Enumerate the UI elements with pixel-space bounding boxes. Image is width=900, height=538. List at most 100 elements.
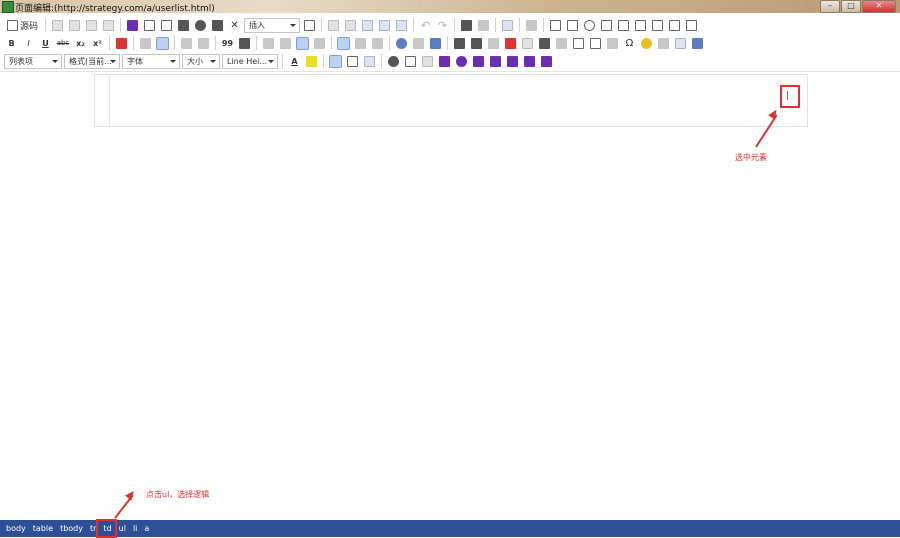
crumb-tbody[interactable]: tbody — [60, 524, 83, 533]
crumb-body[interactable]: body — [6, 524, 26, 533]
redo-button[interactable]: ↷ — [435, 18, 450, 33]
font-dropdown[interactable]: 字体 — [122, 53, 180, 69]
div-container-button[interactable] — [237, 36, 252, 51]
paste-word-button[interactable] — [394, 18, 409, 33]
undo-link-button[interactable] — [67, 18, 82, 33]
document-button[interactable] — [302, 18, 317, 33]
close-button[interactable]: ✕ — [862, 0, 896, 13]
minimize-button[interactable]: – — [820, 0, 840, 13]
italic-button[interactable]: I — [21, 36, 36, 51]
hr-button[interactable] — [605, 36, 620, 51]
doc-props-button[interactable] — [673, 36, 688, 51]
iframe-button[interactable] — [554, 36, 569, 51]
select-all-button[interactable] — [500, 18, 515, 33]
table-button[interactable] — [520, 36, 535, 51]
preview-button[interactable] — [159, 18, 174, 33]
check-button[interactable] — [403, 54, 418, 69]
select-field-button[interactable] — [633, 18, 648, 33]
plugin-c-button[interactable] — [471, 54, 486, 69]
align-left-button[interactable] — [261, 36, 276, 51]
template-button[interactable] — [50, 18, 65, 33]
find-button[interactable] — [459, 18, 474, 33]
editing-area[interactable] — [0, 71, 900, 521]
format-dropdown[interactable]: 格式(当前... — [64, 53, 120, 69]
remove-button[interactable]: ✕ — [227, 18, 242, 33]
smiley-button[interactable] — [639, 36, 654, 51]
paste-text-button[interactable] — [377, 18, 392, 33]
numbered-list-button[interactable] — [138, 36, 153, 51]
redo-link-button[interactable] — [84, 18, 99, 33]
justify-button[interactable] — [312, 36, 327, 51]
strike-button[interactable]: abc — [55, 36, 71, 51]
paste-button[interactable] — [360, 18, 375, 33]
ltr-button[interactable] — [336, 36, 351, 51]
subscript-button[interactable]: x₂ — [73, 36, 88, 51]
flash-button[interactable] — [469, 36, 484, 51]
text-color-button[interactable]: A — [287, 54, 302, 69]
button-field-button[interactable] — [650, 18, 665, 33]
link-button[interactable] — [394, 36, 409, 51]
about-button[interactable] — [362, 54, 377, 69]
underline-button[interactable]: U — [38, 36, 53, 51]
indent-button[interactable] — [196, 36, 211, 51]
rows-dropdown-button[interactable] — [539, 54, 554, 69]
superscript-button[interactable]: x² — [90, 36, 105, 51]
media-button[interactable] — [537, 36, 552, 51]
form-button[interactable] — [548, 18, 563, 33]
bold-button[interactable]: B — [4, 36, 19, 51]
blockquote-button[interactable]: 99 — [220, 36, 235, 51]
grid-dropdown-button[interactable] — [505, 54, 520, 69]
crumb-ul[interactable]: ul — [119, 524, 126, 533]
refresh-button[interactable] — [193, 18, 208, 33]
size-dropdown[interactable]: 大小 — [182, 53, 220, 69]
print-button[interactable] — [176, 18, 191, 33]
save-button[interactable] — [125, 18, 140, 33]
blank-button[interactable] — [420, 54, 435, 69]
language-button[interactable] — [370, 36, 385, 51]
code-button[interactable] — [101, 18, 116, 33]
replace-button[interactable] — [476, 18, 491, 33]
new-page-button[interactable] — [142, 18, 157, 33]
textarea-button[interactable] — [616, 18, 631, 33]
bg-color-button[interactable] — [304, 54, 319, 69]
checkbox-button[interactable] — [565, 18, 580, 33]
spellcheck-button[interactable] — [524, 18, 539, 33]
crumb-li[interactable]: li — [133, 524, 137, 533]
preview-eye-button[interactable] — [386, 54, 401, 69]
list-style-dropdown[interactable]: 列表项 — [4, 53, 62, 69]
plugin-a-button[interactable] — [437, 54, 452, 69]
outdent-button[interactable] — [179, 36, 194, 51]
crumb-table[interactable]: table — [33, 524, 53, 533]
cut-button[interactable] — [326, 18, 341, 33]
styles-button[interactable] — [690, 36, 705, 51]
lock-button[interactable] — [210, 18, 225, 33]
image-button-field-button[interactable] — [667, 18, 682, 33]
resize-button[interactable] — [345, 54, 360, 69]
rtl-button[interactable] — [353, 36, 368, 51]
plugin-b-button[interactable] — [454, 54, 469, 69]
columns-dropdown-button[interactable] — [522, 54, 537, 69]
chart-button[interactable] — [452, 36, 467, 51]
align-right-button[interactable] — [295, 36, 310, 51]
anchor-button[interactable] — [428, 36, 443, 51]
unlink-button[interactable] — [411, 36, 426, 51]
page-break-button[interactable] — [571, 36, 586, 51]
align-center-button[interactable] — [278, 36, 293, 51]
radio-button[interactable] — [582, 18, 597, 33]
image-button[interactable] — [486, 36, 501, 51]
bulleted-list-button[interactable] — [155, 36, 170, 51]
copy-button[interactable] — [343, 18, 358, 33]
plugin-button[interactable] — [503, 36, 518, 51]
textfield-button[interactable] — [599, 18, 614, 33]
remove-format-button[interactable] — [114, 36, 129, 51]
show-blocks-button[interactable] — [656, 36, 671, 51]
insert-dropdown[interactable]: 插入 — [244, 17, 301, 33]
line-height-dropdown[interactable]: Line Hei... — [222, 53, 278, 69]
special-char-button[interactable]: Ω — [622, 36, 637, 51]
maximize-button[interactable]: □ — [841, 0, 861, 13]
undo-button[interactable]: ↶ — [418, 18, 433, 33]
crumb-a[interactable]: a — [144, 524, 149, 533]
plugin-d-button[interactable] — [488, 54, 503, 69]
hidden-field-button[interactable] — [684, 18, 699, 33]
source-button[interactable]: 源码 — [4, 18, 41, 33]
